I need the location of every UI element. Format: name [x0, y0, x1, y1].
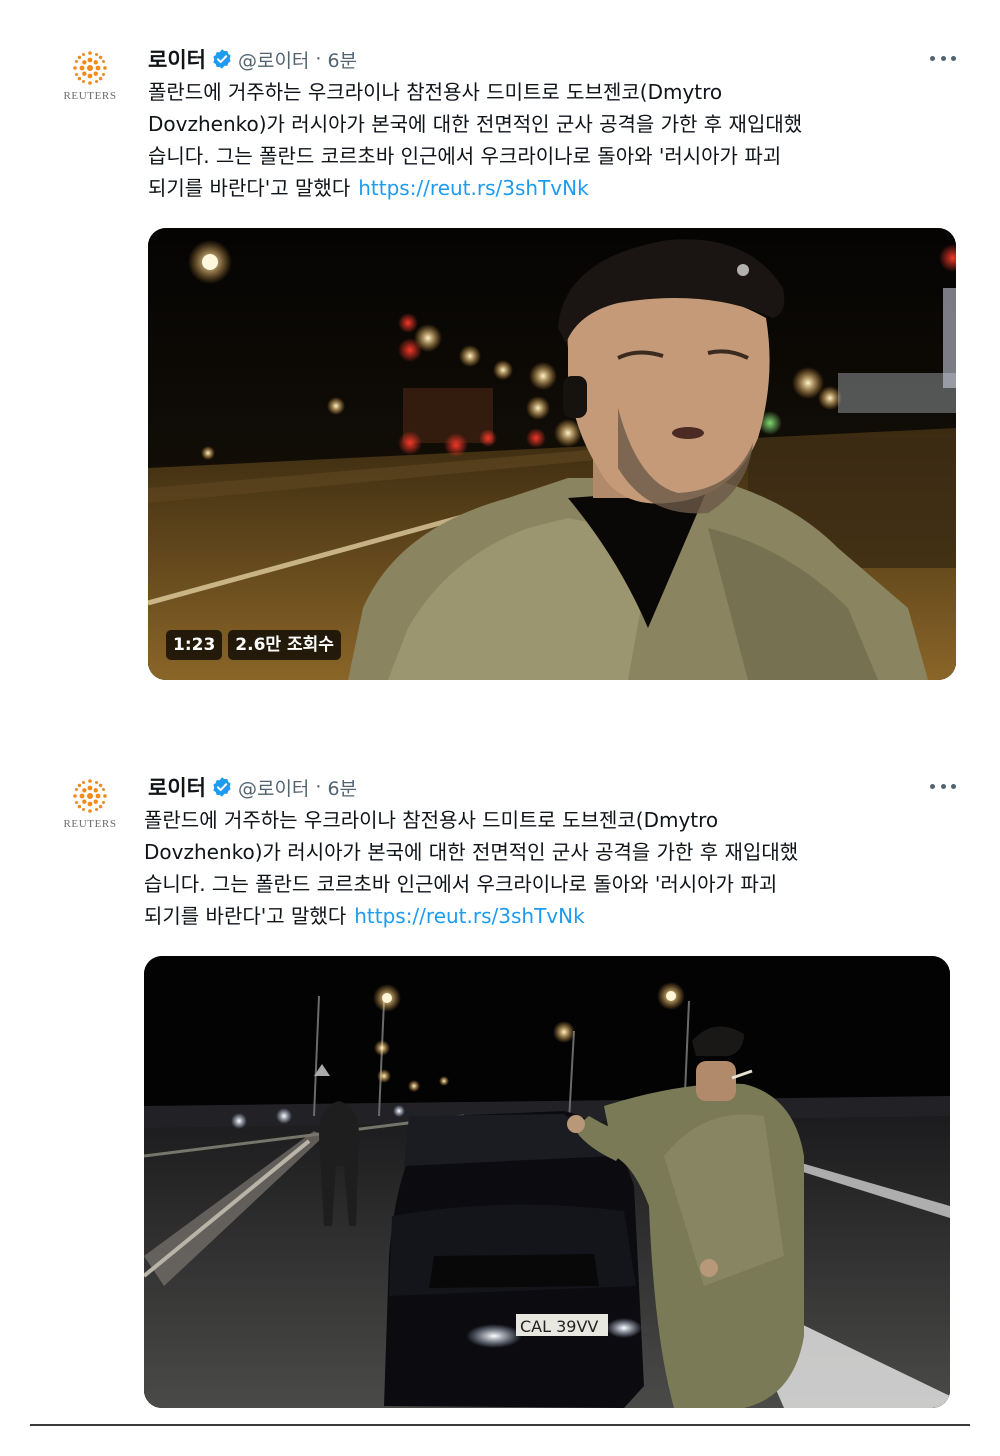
image-content: CAL 39VV: [144, 956, 950, 1408]
tweet-header: 로이터 @로이터 · 6분: [148, 44, 357, 74]
bottom-divider: [30, 1424, 970, 1426]
more-options-button[interactable]: [930, 776, 956, 796]
reuters-wordmark: REUTERS: [63, 90, 117, 102]
author-handle[interactable]: @로이터: [238, 774, 309, 801]
tweet-link[interactable]: https://reut.rs/3shTvNk: [354, 904, 584, 928]
video-duration: 1:23: [166, 630, 223, 660]
license-plate: CAL 39VV: [520, 1317, 598, 1336]
tweet-link[interactable]: https://reut.rs/3shTvNk: [358, 176, 588, 200]
tweet-card[interactable]: REUTERS 로이터 @로이터 · 6분 폴란드에 거주하는 우크라이나 참전…: [30, 766, 970, 1416]
header-separator: ·: [315, 48, 322, 70]
video-player[interactable]: 1:23 2.6만 조회수: [148, 228, 956, 680]
tweet-timestamp[interactable]: 6분: [327, 46, 357, 73]
verified-badge-icon: [213, 777, 231, 797]
tweet-image[interactable]: CAL 39VV: [144, 956, 950, 1408]
more-options-button[interactable]: [930, 48, 956, 68]
reuters-avatar[interactable]: REUTERS: [60, 778, 118, 836]
header-separator: ·: [315, 776, 322, 798]
video-thumbnail: [148, 228, 956, 680]
ellipsis-icon: [930, 55, 935, 61]
reuters-logo-icon: [73, 51, 107, 85]
tweet-card[interactable]: REUTERS 로이터 @로이터 · 6분 폴란드에 거주하는 우크라이나 참전…: [30, 38, 970, 688]
reuters-logo-icon: [73, 779, 107, 813]
author-handle[interactable]: @로이터: [238, 46, 309, 73]
tweet-timestamp[interactable]: 6분: [327, 774, 357, 801]
author-name[interactable]: 로이터: [148, 772, 206, 802]
author-name[interactable]: 로이터: [148, 44, 206, 74]
reuters-wordmark: REUTERS: [63, 818, 117, 830]
video-view-count: 2.6만 조회수: [228, 630, 341, 660]
tweet-header: 로이터 @로이터 · 6분: [148, 772, 357, 802]
verified-badge-icon: [213, 49, 231, 69]
reuters-avatar[interactable]: REUTERS: [60, 50, 118, 108]
ellipsis-icon: [930, 783, 935, 789]
tweet-text: 폴란드에 거주하는 우크라이나 참전용사 드미트로 도브젠코(Dmytro Do…: [148, 76, 960, 204]
video-meta: 1:23 2.6만 조회수: [166, 630, 341, 660]
tweet-text: 폴란드에 거주하는 우크라이나 참전용사 드미트로 도브젠코(Dmytro Do…: [144, 804, 956, 932]
